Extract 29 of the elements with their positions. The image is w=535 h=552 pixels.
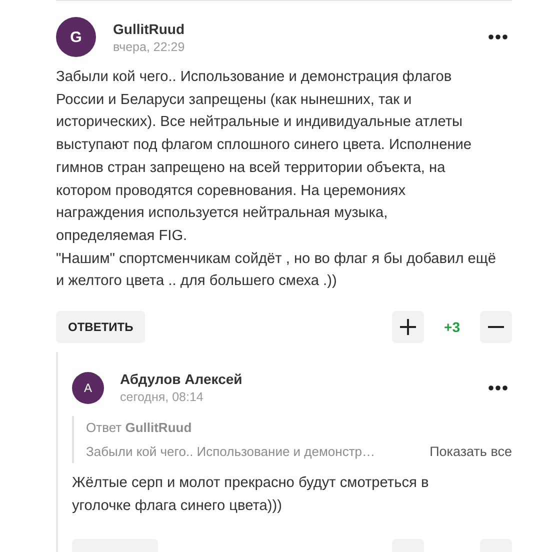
plus-icon <box>400 319 416 336</box>
quote-author: Ответ GullitRuud <box>86 420 193 436</box>
comment-text: уголочке флага синего цвета))) <box>72 496 282 516</box>
show-all-link[interactable]: Показать все <box>430 444 512 460</box>
comment-text: "Нашим" спортсменчикам сойдёт , но во флаг я бы добавил ещё <box>56 250 496 269</box>
more-options-icon[interactable] <box>488 384 508 391</box>
comment-time: сегодня, 08:14 <box>120 390 204 404</box>
comment-text: определяемая FIG. <box>56 226 188 246</box>
more-options-icon[interactable] <box>488 34 508 40</box>
author-name: GullitRuud <box>113 20 186 36</box>
quote-excerpt: Забыли кой чего.. Использование и демонстр… <box>86 444 376 460</box>
upvote-button[interactable] <box>392 311 424 344</box>
vote-score: +3 <box>443 319 461 336</box>
comment-text: котором проводятся соревнования. На церемониях <box>56 182 406 201</box>
comment-text: и желтого цвета .. для большего смеха .)) <box>56 272 337 292</box>
minus-icon <box>488 326 504 328</box>
comment-text: награждения используется нейтральная музыка, <box>56 204 388 224</box>
avatar: G <box>56 17 96 57</box>
comment-time: вчера, 22:29 <box>113 40 186 54</box>
comment-text: Жёлтые серп и молот прекрасно будут смотреться в <box>72 474 429 494</box>
comment-text: выступают под флагом сплошного синего цвета. Исполнение <box>56 136 472 156</box>
comment-text: Забыли кой чего.. Использование и демонстрация флагов <box>56 68 452 87</box>
author-name: Абдулов Алексей <box>120 371 244 388</box>
reply-button[interactable]: ОТВЕТИТЬ <box>56 311 146 344</box>
downvote-button[interactable] <box>480 311 512 344</box>
comment-text: гимнов стран запрещено на всей территории объекта, на <box>56 158 446 178</box>
comment-text: России и Беларуси запрещены (как нынешних, так и <box>56 90 412 110</box>
avatar: А <box>72 372 104 404</box>
comment-text: исторических). Все нейтральные и индивидуальные атлеты <box>56 113 463 132</box>
